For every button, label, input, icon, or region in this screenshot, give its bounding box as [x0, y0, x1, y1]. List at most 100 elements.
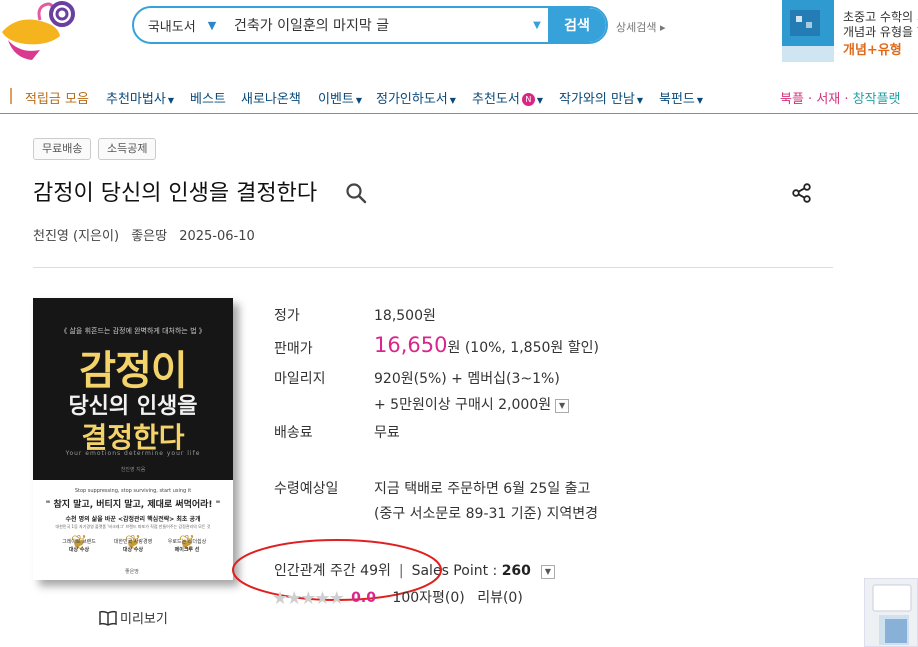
divider: [33, 267, 833, 268]
preview-label: 미리보기: [120, 612, 168, 627]
ad-book-cover: [782, 0, 834, 62]
nav-item-new[interactable]: 새로나온책: [241, 88, 301, 107]
short-review-link[interactable]: 100자평(0): [392, 590, 464, 606]
book-meta: 천진영 (지은이) 좋은땅 2025-06-10: [33, 225, 263, 244]
award-label: 우로드는 리더쉽상: [167, 539, 207, 545]
nav-item-label: 정가인하도서: [376, 92, 448, 107]
award-label: 그레이트 브랜드: [62, 539, 96, 545]
nav-item-recommend-wizard[interactable]: 추천마법사 ▼: [106, 88, 174, 107]
dropdown-arrow-icon: ▼: [449, 96, 456, 105]
rating-score: 0.0: [351, 590, 376, 606]
sale-price: 16,650: [374, 333, 448, 357]
nav-item-best[interactable]: 베스트: [190, 88, 226, 107]
nav-item-label: 베스트: [190, 92, 226, 107]
chevron-down-icon: ▼: [207, 18, 217, 32]
delivery-label: 수령예상일: [274, 481, 339, 497]
ad-text-line3: 개념+유형: [843, 43, 902, 58]
cover-subtitle: 《 삶을 휘흔드는 감정에 완벽하게 대처하는 법 》: [60, 327, 206, 335]
dropdown-arrow-icon: ▼: [636, 96, 644, 105]
nav-item-label: 추천마법사: [106, 92, 166, 107]
share-icon[interactable]: [792, 183, 812, 203]
cover-tagline-en: Stop suppressing, stop surviving, start …: [74, 488, 192, 494]
dropdown-arrow-icon: ▼: [696, 96, 704, 105]
star-icon: ★: [272, 588, 288, 609]
dropdown-arrow-icon: ▼: [167, 96, 174, 105]
nav-item-label: 적립금 모음: [25, 92, 89, 107]
award-sub: 메이크루 선: [174, 547, 200, 553]
detail-search-link[interactable]: 상세검색 ▸: [616, 19, 666, 35]
sales-point-expand-button[interactable]: ▼: [540, 565, 555, 579]
author-link[interactable]: 천진영 (지은이): [33, 229, 119, 244]
publish-date: 2025-06-10: [179, 229, 255, 244]
nav-item-label: 북펀드: [659, 92, 695, 107]
cover-publisher: 좋은땅: [125, 569, 139, 575]
cover-bottom-panel: Stop suppressing, stop surviving, start …: [33, 480, 233, 580]
nav-item-price-cut[interactable]: 정가인하도서 ▼: [376, 88, 456, 107]
dropdown-arrow-icon: ▼: [355, 96, 363, 105]
shipping-fee: 무료: [374, 425, 400, 441]
star-icon: ★: [300, 588, 316, 609]
award-label: 대한민국 자랑경영: [113, 539, 153, 545]
book-cover-image[interactable]: 《 삶을 휘흔드는 감정에 완벽하게 대처하는 법 》 감정이 당신의 인생을 …: [33, 298, 233, 580]
nav-item-mileage[interactable]: 적립금 모음: [25, 88, 89, 107]
nav-item-label: 작가와의 만남: [559, 92, 635, 107]
sale-price-unit: 원: [447, 340, 461, 356]
cover-author: 천진영 지음: [120, 467, 146, 473]
nav-item-recommended[interactable]: 추천도서 N ▼: [472, 88, 543, 107]
publisher-link[interactable]: 좋은땅: [131, 229, 167, 244]
star-icon: ★: [328, 588, 345, 609]
preview-button[interactable]: 미리보기: [99, 608, 168, 627]
nav-divider: [10, 88, 12, 104]
shelf-link[interactable]: 서재 ·: [816, 92, 852, 107]
book-open-icon: [99, 610, 117, 626]
review-link[interactable]: 리뷰(0): [477, 590, 523, 606]
nav-item-label: 추천도서: [472, 92, 520, 107]
creator-platform-link[interactable]: 창작플랫: [853, 92, 901, 107]
cover-award-badge: ❦ 대한민국 자랑경영 대상 수상: [109, 532, 157, 562]
book-title: 감정이 당신의 인생을 결정한다: [33, 181, 318, 206]
aladin-logo[interactable]: [0, 0, 80, 62]
new-badge: N: [521, 93, 535, 106]
top-banner-ad[interactable]: 초중고 수학의 기 개념과 유형을 한 개념+유형: [782, 0, 918, 62]
search-button[interactable]: 검색: [548, 8, 606, 42]
list-price: 18,500원: [374, 308, 436, 324]
shipping-label: 배송료: [274, 425, 313, 441]
search-icon[interactable]: [344, 181, 368, 205]
nav-item-event[interactable]: 이벤트 ▼: [318, 88, 362, 107]
mileage-expand-button[interactable]: ▼: [555, 399, 570, 413]
mileage-label: 마일리지: [274, 371, 326, 387]
award-sub: 대상 수상: [122, 547, 144, 553]
cover-slogan: " 참지 말고, 버티지 말고, 제대로 써먹어라! ": [45, 500, 221, 510]
discount-info: (10%, 1,850원 할인): [464, 340, 599, 356]
search-suggest-dropdown-icon[interactable]: ▼: [526, 8, 548, 42]
cover-top-panel: 《 삶을 휘흔드는 감정에 완벽하게 대처하는 법 》 감정이 당신의 인생을 …: [33, 298, 233, 480]
mileage-extra-row: + 5만원이상 구매시 2,000원 ▼: [374, 394, 570, 414]
cover-english-title: Your emotions determine your life: [65, 450, 201, 457]
bookple-link[interactable]: 북플 ·: [780, 92, 816, 107]
sale-price-row: 16,650원 (10%, 1,850원 할인): [374, 333, 599, 357]
cover-award-badge: ❦ 우로드는 리더쉽상 메이크루 선: [163, 532, 211, 562]
award-sub: 대상 수상: [68, 547, 90, 553]
cover-award-badge: ❦ 그레이트 브랜드 대상 수상: [55, 532, 103, 562]
star-icon: ★: [314, 588, 330, 609]
star-icon: ★: [286, 588, 302, 609]
rating-row: ★★★★★ 0.0 100자평(0) 리뷰(0): [272, 587, 523, 609]
ad-text-line2: 개념과 유형을 한: [843, 25, 918, 39]
mileage: 920원(5%) + 멤버십(3~1%): [374, 371, 560, 387]
search-input[interactable]: [230, 8, 526, 42]
nav-item-author-meet[interactable]: 작가와의 만남 ▼: [559, 88, 643, 107]
delivery-region-change[interactable]: (중구 서소문로 89-31 기준) 지역변경: [374, 503, 598, 523]
nav-right-links: 북플 · 서재 · 창작플랫: [780, 88, 901, 107]
nav-item-label: 새로나온책: [241, 92, 301, 107]
search-bar: 국내도서 ▼ ▼ 검색: [132, 6, 608, 44]
side-card-ad[interactable]: [864, 578, 918, 647]
cover-blurb: 수천 명의 삶을 바꾼 <감정관리 핵심전략> 최초 공개: [65, 516, 201, 523]
nav-item-label: 이벤트: [318, 92, 354, 107]
sales-point-value: 260: [501, 563, 531, 579]
search-category-label: 국내도서: [147, 19, 196, 35]
mileage-extra: + 5만원이상 구매시 2,000원: [374, 397, 552, 413]
tax-deduction-tag: 소득공제: [98, 138, 157, 160]
nav-item-bookfund[interactable]: 북펀드 ▼: [659, 88, 703, 107]
free-shipping-tag: 무료배송: [33, 138, 92, 160]
search-category-select[interactable]: 국내도서 ▼: [134, 8, 230, 42]
